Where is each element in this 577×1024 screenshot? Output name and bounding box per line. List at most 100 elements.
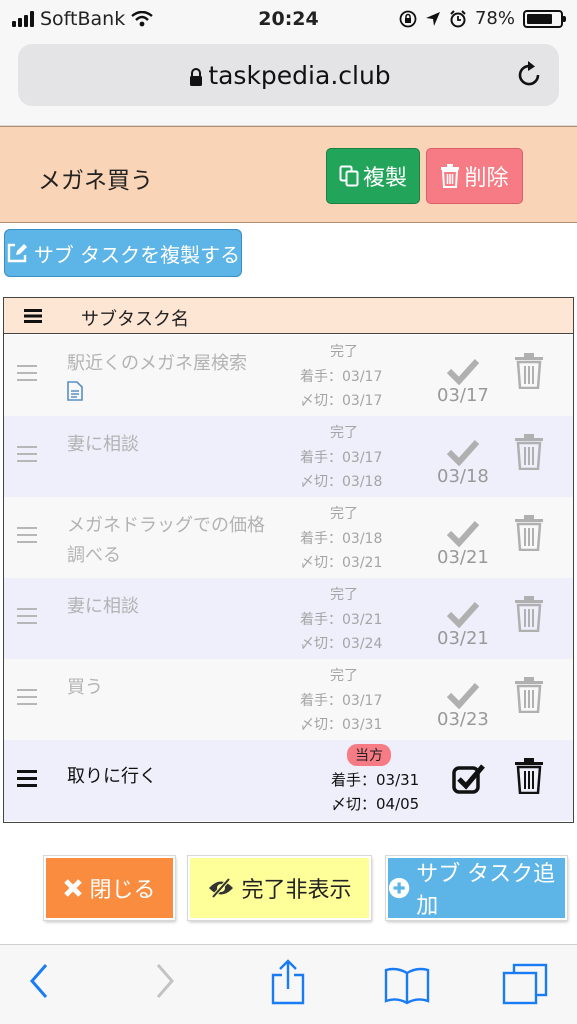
due-date: 〆切：03/18 xyxy=(300,474,383,490)
tabs-icon[interactable] xyxy=(502,963,548,1005)
forward-icon[interactable] xyxy=(154,963,176,999)
location-icon xyxy=(425,11,440,26)
table-header: サブタスク名 xyxy=(4,298,573,334)
drag-handle-icon[interactable] xyxy=(17,527,37,543)
share-icon[interactable] xyxy=(270,959,306,1005)
date-info: 着手：03/17 〆切：03/18 xyxy=(300,446,382,494)
status-label: 完了 xyxy=(330,344,358,360)
date-info: 着手：03/18 〆切：03/21 xyxy=(300,527,382,575)
add-subtask-label: サブ タスク追加 xyxy=(416,862,556,919)
table-row[interactable]: 買う 完了 着手：03/17 〆切：03/31 03/23 xyxy=(4,659,573,740)
subtask-name-header: サブタスク名 xyxy=(81,309,189,330)
drag-handle-icon[interactable] xyxy=(17,608,37,624)
status-label: 完了 xyxy=(330,587,358,603)
trash-icon xyxy=(441,164,460,188)
completed-date: 03/17 xyxy=(437,385,489,406)
duplicate-subtasks-label: サブ タスクを複製する xyxy=(33,242,241,267)
close-icon xyxy=(64,879,83,897)
completed-date: 03/21 xyxy=(437,547,489,568)
task-title: メガネ買う xyxy=(38,168,153,194)
menu-icon xyxy=(24,309,42,323)
drag-handle-icon[interactable] xyxy=(17,365,37,381)
start-date: 着手：03/18 xyxy=(300,531,383,547)
trash-icon[interactable] xyxy=(514,758,544,794)
task-header: メガネ買う 複製 削除 xyxy=(0,126,577,223)
alarm-icon xyxy=(450,9,466,27)
duplicate-subtasks-button[interactable]: サブ タスクを複製する xyxy=(4,229,242,277)
trash-icon[interactable] xyxy=(514,434,544,470)
drag-handle-icon[interactable] xyxy=(17,689,37,705)
browser-address-area: taskpedia.club xyxy=(0,38,577,126)
add-subtask-button[interactable]: サブ タスク追加 xyxy=(385,855,568,921)
eye-slash-icon xyxy=(209,877,234,899)
status-label: 完了 xyxy=(330,668,358,684)
status-badge: 当方 xyxy=(347,744,391,766)
battery-fill xyxy=(527,13,552,24)
check-icon[interactable] xyxy=(446,519,480,547)
orientation-lock-icon xyxy=(399,10,417,27)
drag-handle-icon[interactable] xyxy=(17,770,37,787)
completed-date: 03/21 xyxy=(437,628,489,649)
close-label: 閉じる xyxy=(89,878,156,903)
check-icon[interactable] xyxy=(446,438,480,466)
date-info: 着手：03/17 〆切：03/17 xyxy=(300,365,382,413)
due-date: 〆切：03/17 xyxy=(300,393,383,409)
due-date: 〆切：03/24 xyxy=(300,636,383,652)
back-icon[interactable] xyxy=(28,963,50,999)
subtask-table: サブタスク名 駅近くのメガネ屋検索 完了 着手：03/17 〆切：03/17 03… xyxy=(3,297,574,823)
battery-icon xyxy=(523,9,566,28)
subtask-name[interactable]: 取りに行く xyxy=(67,762,277,792)
trash-icon[interactable] xyxy=(514,515,544,551)
check-icon[interactable] xyxy=(446,681,480,709)
note-icon[interactable] xyxy=(67,381,83,401)
table-row[interactable]: 妻に相談 完了 着手：03/21 〆切：03/24 03/21 xyxy=(4,578,573,659)
hide-completed-label: 完了非表示 xyxy=(241,878,352,903)
table-row[interactable]: 妻に相談 完了 着手：03/17 〆切：03/18 03/18 xyxy=(4,416,573,497)
trash-icon[interactable] xyxy=(514,353,544,389)
completed-date: 03/18 xyxy=(437,466,489,487)
start-date: 着手：03/17 xyxy=(300,369,383,385)
subtask-name[interactable]: 買う xyxy=(67,673,277,703)
edit-icon xyxy=(7,243,27,263)
table-row[interactable]: メガネドラッグでの価格調べる 完了 着手：03/18 〆切：03/21 03/21 xyxy=(4,497,573,578)
start-date: 着手：03/17 xyxy=(300,450,383,466)
delete-task-label: 削除 xyxy=(464,166,509,191)
browser-toolbar xyxy=(0,944,577,1024)
trash-icon[interactable] xyxy=(514,677,544,713)
status-label: 完了 xyxy=(330,425,358,441)
subtask-name[interactable]: 妻に相談 xyxy=(67,430,277,460)
checkbox-icon[interactable] xyxy=(452,763,486,795)
hide-completed-button[interactable]: 完了非表示 xyxy=(187,855,372,921)
check-icon[interactable] xyxy=(446,357,480,385)
plus-circle-icon xyxy=(388,877,410,899)
subtask-name[interactable]: 妻に相談 xyxy=(67,592,277,622)
status-bar: SoftBank 20:24 78% xyxy=(0,0,577,38)
due-date: 〆切：03/31 xyxy=(300,717,383,733)
status-label: 完了 xyxy=(330,506,358,522)
start-date: 着手：03/31 xyxy=(331,771,420,789)
status-right: 78% xyxy=(399,8,566,29)
date-info: 着手：03/17 〆切：03/31 xyxy=(300,689,382,737)
drag-handle-icon[interactable] xyxy=(17,446,37,462)
copy-icon xyxy=(339,165,359,187)
table-row[interactable]: 駅近くのメガネ屋検索 完了 着手：03/17 〆切：03/17 03/17 xyxy=(4,335,573,416)
page-content: メガネ買う 複製 削除 サブ タスクを複製する サブタスク名 駅近くのメガネ屋検… xyxy=(0,126,577,944)
url-text: taskpedia.club xyxy=(208,61,391,90)
delete-task-button[interactable]: 削除 xyxy=(426,148,523,204)
duplicate-task-button[interactable]: 複製 xyxy=(326,148,420,204)
subtask-name[interactable]: 駅近くのメガネ屋検索 xyxy=(67,349,277,411)
duplicate-task-label: 複製 xyxy=(362,166,407,191)
table-row-active[interactable]: 取りに行く 当方 着手：03/31 〆切：04/05 xyxy=(4,740,573,821)
start-date: 着手：03/17 xyxy=(300,693,383,709)
url-bar[interactable]: taskpedia.club xyxy=(18,44,559,106)
subtask-name[interactable]: メガネドラッグでの価格調べる xyxy=(67,511,272,571)
close-button[interactable]: 閉じる xyxy=(43,855,176,921)
check-icon[interactable] xyxy=(446,600,480,628)
due-date: 〆切：03/21 xyxy=(300,555,383,571)
reload-icon[interactable] xyxy=(513,59,545,91)
start-date: 着手：03/21 xyxy=(300,612,383,628)
completed-date: 03/23 xyxy=(437,709,489,730)
bookmarks-icon[interactable] xyxy=(383,965,431,1005)
trash-icon[interactable] xyxy=(514,596,544,632)
battery-percent: 78% xyxy=(474,8,515,29)
